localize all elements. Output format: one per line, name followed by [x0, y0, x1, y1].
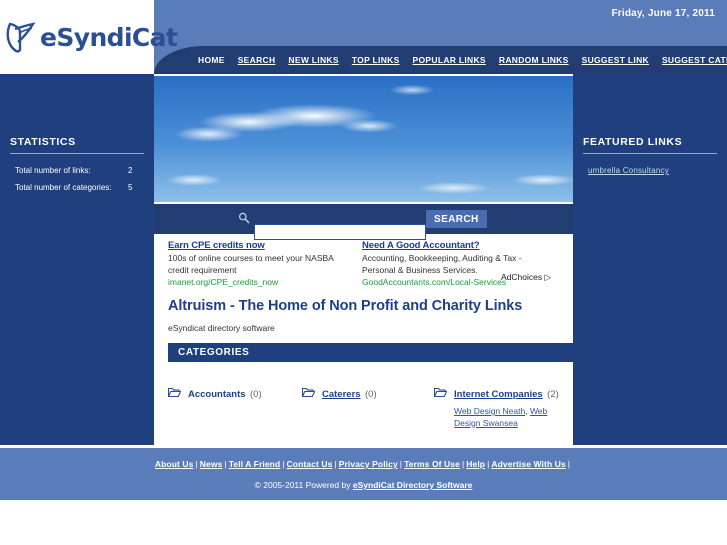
nav-item-home[interactable]: HOME	[198, 55, 225, 65]
stat-row: Total number of links: 2	[10, 166, 144, 175]
category-name[interactable]: Internet Companies	[454, 389, 543, 400]
footer-separator: |	[567, 459, 571, 469]
search-button[interactable]: SEARCH	[426, 210, 487, 228]
categories-heading: CATEGORIES	[168, 343, 573, 362]
featured-links-title: FEATURED LINKS	[583, 136, 683, 148]
adchoices-arrow-icon: ▷	[544, 272, 551, 282]
stat-label-links: Total number of links:	[15, 166, 91, 175]
stat-row: Total number of categories: 5	[10, 183, 144, 192]
category-name[interactable]: Caterers	[322, 389, 361, 400]
stat-value-categories: 5	[128, 183, 133, 192]
footer-link-privacy-policy[interactable]: Privacy Policy	[339, 459, 398, 469]
footer-link-help[interactable]: Help	[466, 459, 485, 469]
statistics-title: STATISTICS	[10, 136, 76, 148]
footer-link-tell-a-friend[interactable]: Tell A Friend	[229, 459, 281, 469]
featured-links-divider	[583, 153, 717, 154]
page-title: Altruism - The Home of Non Profit and Ch…	[168, 298, 523, 314]
nav-item-suggest-link[interactable]: SUGGEST LINK	[582, 55, 649, 65]
category-count: (0)	[250, 389, 262, 400]
page-subtitle: eSyndicat directory software	[168, 323, 275, 333]
category-count: (0)	[365, 389, 377, 400]
site-footer: About Us | News | Tell A Friend | Contact Us | P…	[0, 448, 727, 500]
footer-link-terms-of-use[interactable]: Terms Of Use	[404, 459, 460, 469]
sidebar-left: STATISTICS Total number of links: 2 Tota…	[0, 74, 154, 445]
header-banner-bar: Friday, June 17, 2011 HOME SEARCH NEW LI…	[154, 0, 727, 74]
footer-links: About Us | News | Tell A Friend | Contact Us | P…	[0, 459, 727, 469]
nav-item-search[interactable]: SEARCH	[238, 55, 276, 65]
statistics-block: STATISTICS Total number of links: 2 Tota…	[0, 74, 154, 192]
category-item-caterers[interactable]: Caterers (0)	[301, 384, 434, 429]
stat-label-categories: Total number of categories:	[15, 183, 112, 192]
site-logo-text: eSyndiCat	[40, 22, 178, 52]
category-item-internet-companies[interactable]: Internet Companies (2) Web Design Neath,…	[433, 384, 573, 429]
main-nav: HOME SEARCH NEW LINKS TOP LINKS POPULAR …	[198, 46, 727, 74]
main-nav-bar: HOME SEARCH NEW LINKS TOP LINKS POPULAR …	[154, 46, 727, 74]
folder-icon	[167, 385, 182, 403]
magnifier-icon	[238, 211, 250, 224]
statistics-divider	[10, 153, 144, 154]
nav-item-new-links[interactable]: NEW LINKS	[288, 55, 338, 65]
category-children: Web Design Neath, Web Design Swansea	[454, 406, 573, 429]
category-item-accountants[interactable]: Accountants (0)	[167, 384, 302, 429]
main-content: SEARCH Earn CPE credits now 100s of onli…	[154, 204, 573, 445]
folder-icon	[301, 385, 316, 403]
site-header: Friday, June 17, 2011 HOME SEARCH NEW LI…	[0, 0, 727, 74]
footer-link-news[interactable]: News	[200, 459, 223, 469]
adchoices-label: AdChoices	[500, 272, 543, 282]
nav-item-popular-links[interactable]: POPULAR LINKS	[413, 55, 486, 65]
nav-item-top-links[interactable]: TOP LINKS	[352, 55, 400, 65]
category-name[interactable]: Accountants	[188, 389, 246, 400]
ad-body: 100s of online courses to meet your NASB…	[168, 253, 334, 275]
current-date: Friday, June 17, 2011	[611, 8, 715, 19]
folder-icon	[433, 385, 448, 403]
adchoices-control[interactable]: AdChoices ▷	[501, 272, 551, 283]
stat-value-links: 2	[128, 166, 133, 175]
ad-title[interactable]: Earn CPE credits now	[168, 240, 348, 251]
copyright-text: © 2005-2011 Powered by	[254, 480, 353, 490]
category-count: (2)	[547, 389, 559, 400]
categories-grid: Accountants (0) Caterers (0) Internet Co…	[154, 362, 573, 429]
nav-item-random-links[interactable]: RANDOM LINKS	[499, 55, 569, 65]
footer-copyright: © 2005-2011 Powered by eSyndiCat Directo…	[0, 480, 727, 490]
page-root: Friday, June 17, 2011 HOME SEARCH NEW LI…	[0, 0, 727, 545]
nav-item-suggest-category[interactable]: SUGGEST CATEGORY	[662, 55, 727, 65]
sidebar-right: FEATURED LINKS umbrella Consultancy	[573, 74, 727, 445]
child-link[interactable]: Web Design Neath	[454, 406, 525, 416]
ad-title[interactable]: Need A Good Accountant?	[362, 240, 542, 251]
featured-links-block: FEATURED LINKS umbrella Consultancy	[573, 74, 727, 175]
search-bar: SEARCH	[154, 204, 573, 240]
featured-link-umbrella-consultancy[interactable]: umbrella Consultancy	[583, 166, 717, 175]
ad-item[interactable]: Earn CPE credits now 100s of online cour…	[168, 240, 348, 287]
ad-block: Earn CPE credits now 100s of online cour…	[154, 234, 573, 292]
site-logo[interactable]: eSyndiCat	[0, 0, 178, 74]
footer-link-advertise-with-us[interactable]: Advertise With Us	[491, 459, 565, 469]
footer-link-esyndicat-software[interactable]: eSyndiCat Directory Software	[353, 480, 473, 490]
footer-link-about-us[interactable]: About Us	[155, 459, 194, 469]
esyndicat-leaf-logo-icon	[6, 20, 36, 54]
ad-url: imanet.org/CPE_credits_now	[168, 277, 279, 287]
footer-link-contact-us[interactable]: Contact Us	[287, 459, 333, 469]
